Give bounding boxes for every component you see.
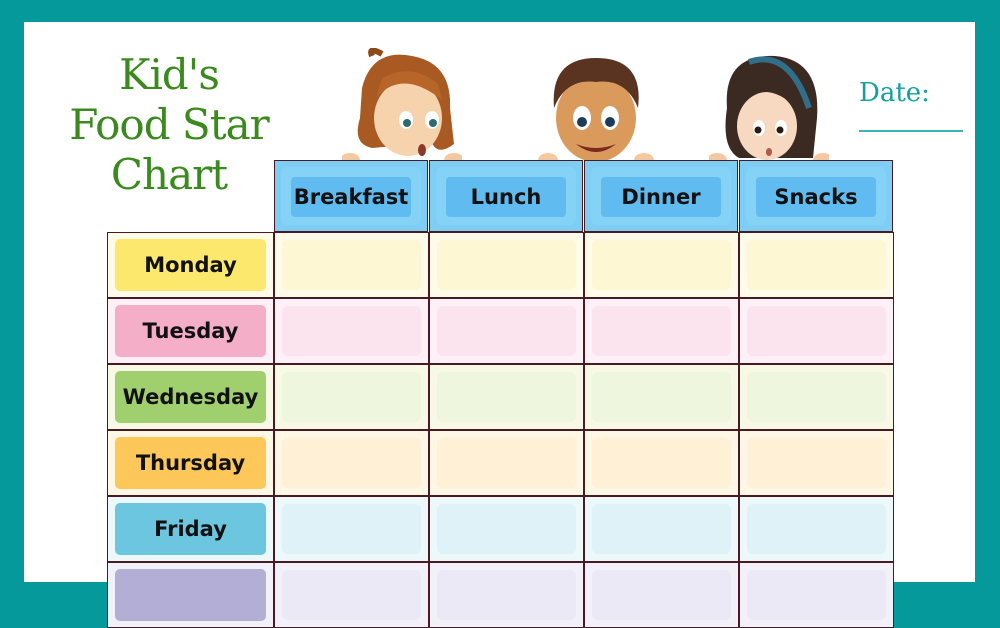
meal-cell[interactable] <box>739 232 894 298</box>
column-header-snacks: Snacks <box>739 160 893 232</box>
meal-cell[interactable] <box>739 496 894 562</box>
meal-cell-box <box>592 372 731 422</box>
meal-cell-box <box>747 240 886 290</box>
chart-title: Kid's Food Star Chart <box>54 50 284 200</box>
meal-cell[interactable] <box>429 298 584 364</box>
table-row-thursday: Thursday <box>107 430 894 496</box>
day-cell: Thursday <box>107 430 274 496</box>
title-line-2: Food Star <box>69 100 269 149</box>
meal-cell[interactable] <box>274 232 429 298</box>
meal-cell[interactable] <box>584 298 739 364</box>
meal-cell[interactable] <box>274 298 429 364</box>
meal-cell-box <box>592 438 731 488</box>
meal-cell[interactable] <box>584 364 739 430</box>
meal-cell-box <box>747 306 886 356</box>
table-row-wednesday: Wednesday <box>107 364 894 430</box>
meal-cell-box <box>437 504 576 554</box>
meal-cell[interactable] <box>584 430 739 496</box>
day-label: Friday <box>115 503 266 555</box>
day-label <box>115 569 266 621</box>
meal-cell-box <box>592 240 731 290</box>
meal-cell[interactable] <box>429 562 584 628</box>
girl-headband-illustration <box>709 55 829 167</box>
column-header-breakfast: Breakfast <box>274 160 428 232</box>
meal-cell-box <box>592 504 731 554</box>
meal-cell-box <box>282 372 421 422</box>
meal-cell[interactable] <box>584 232 739 298</box>
meal-cell-box <box>437 438 576 488</box>
date-label: Date: <box>859 78 930 108</box>
date-field[interactable] <box>859 130 963 132</box>
meal-cell-box <box>747 372 886 422</box>
meal-cell[interactable] <box>274 430 429 496</box>
meal-cell[interactable] <box>274 496 429 562</box>
meal-cell-box <box>282 306 421 356</box>
meal-cell[interactable] <box>429 232 584 298</box>
day-cell: Wednesday <box>107 364 274 430</box>
meal-cell-box <box>592 570 731 620</box>
column-label: Lunch <box>446 177 566 217</box>
day-label: Wednesday <box>115 371 266 423</box>
column-header-lunch: Lunch <box>429 160 583 232</box>
meal-cell[interactable] <box>429 364 584 430</box>
day-cell: Tuesday <box>107 298 274 364</box>
day-label: Thursday <box>115 437 266 489</box>
meal-cell-box <box>747 570 886 620</box>
meal-cell[interactable] <box>739 364 894 430</box>
meal-cell-box <box>437 570 576 620</box>
meal-cell[interactable] <box>584 496 739 562</box>
title-line-3: Chart <box>110 150 228 199</box>
meal-cell-box <box>747 504 886 554</box>
boy-smiling-illustration <box>538 58 654 167</box>
column-label: Snacks <box>756 177 876 217</box>
table-row-monday: Monday <box>107 232 894 298</box>
meal-cell-box <box>437 240 576 290</box>
meal-cell-box <box>282 240 421 290</box>
meal-cell[interactable] <box>274 364 429 430</box>
table-row-friday: Friday <box>107 496 894 562</box>
day-cell: Monday <box>107 232 274 298</box>
meal-cell[interactable] <box>429 430 584 496</box>
meal-cell[interactable] <box>739 298 894 364</box>
meal-cell[interactable] <box>739 562 894 628</box>
meal-cell[interactable] <box>274 562 429 628</box>
girl-ponytail-illustration <box>342 48 462 167</box>
meal-cell-box <box>437 372 576 422</box>
meal-cell[interactable] <box>429 496 584 562</box>
column-label: Breakfast <box>291 177 411 217</box>
meal-cell-box <box>282 570 421 620</box>
meal-cell-box <box>282 438 421 488</box>
chart-page: Kid's Food Star Chart Date: Breakfast Lu… <box>24 22 975 628</box>
title-line-1: Kid's <box>119 50 220 99</box>
day-cell <box>107 562 274 628</box>
meal-cell[interactable] <box>739 430 894 496</box>
column-label: Dinner <box>601 177 721 217</box>
meal-cell-box <box>747 438 886 488</box>
day-cell: Friday <box>107 496 274 562</box>
table-row-tuesday: Tuesday <box>107 298 894 364</box>
day-label: Tuesday <box>115 305 266 357</box>
meal-cell-box <box>592 306 731 356</box>
table-row-saturday <box>107 562 894 628</box>
meal-cell[interactable] <box>584 562 739 628</box>
column-header-dinner: Dinner <box>584 160 738 232</box>
meal-cell-box <box>282 504 421 554</box>
day-label: Monday <box>115 239 266 291</box>
meal-cell-box <box>437 306 576 356</box>
